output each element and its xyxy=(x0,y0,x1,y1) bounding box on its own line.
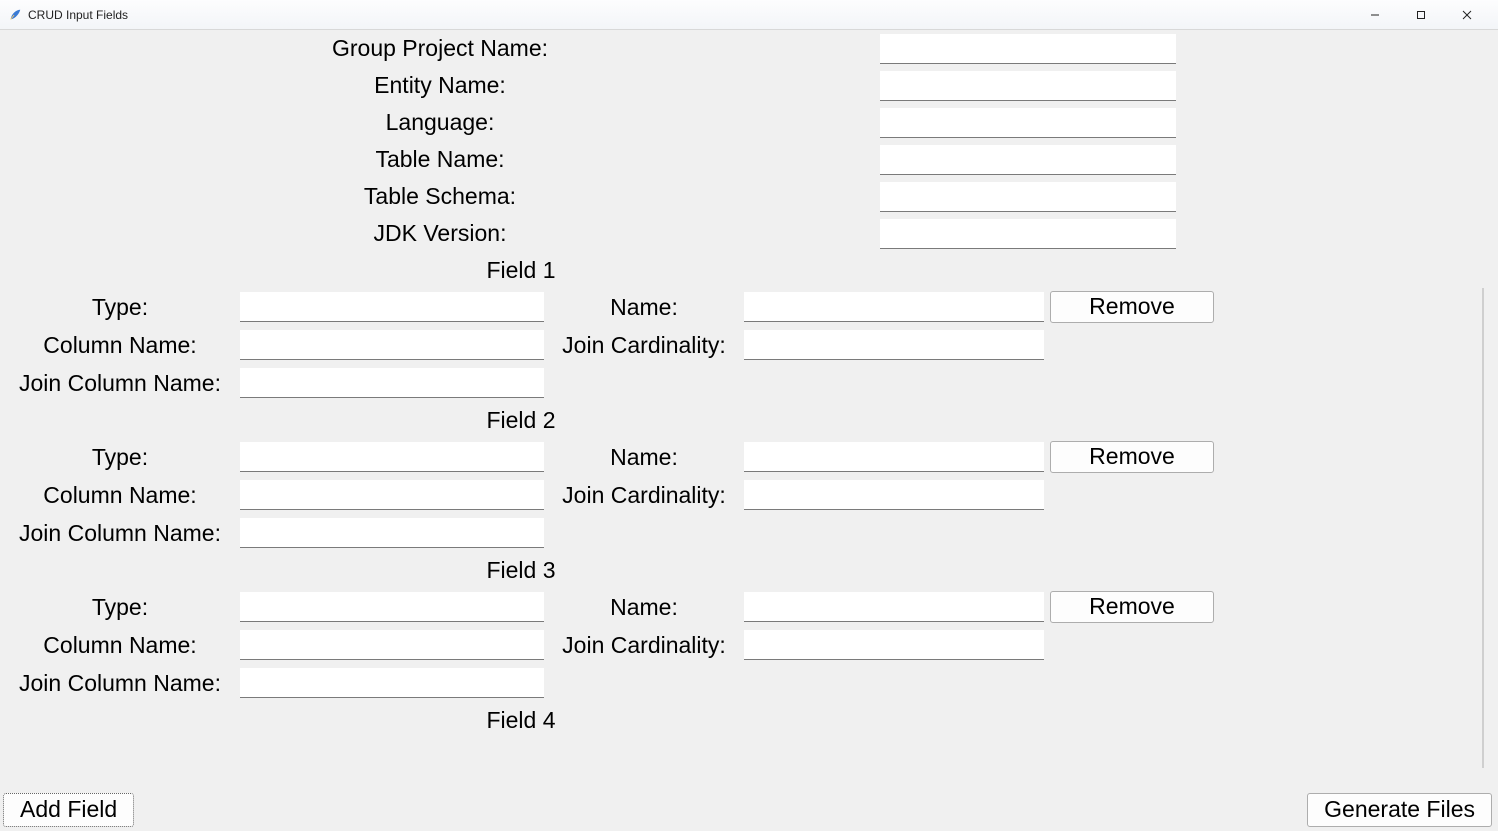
window-title: CRUD Input Fields xyxy=(28,8,128,22)
label-jdk-version: JDK Version: xyxy=(0,220,880,247)
field2-input-type[interactable] xyxy=(240,442,544,472)
field1-input-column-name[interactable] xyxy=(240,330,544,360)
field3-label-column-name: Column Name: xyxy=(0,632,240,659)
field2-label-type: Type: xyxy=(0,444,240,471)
row-language: Language: xyxy=(0,104,1286,141)
app-feather-icon xyxy=(8,8,22,22)
field3-row-type-name: Type: Name: Remove xyxy=(0,588,1286,626)
field1-label-type: Type: xyxy=(0,294,240,321)
bottom-bar: Add Field Generate Files xyxy=(0,787,1498,827)
field2-input-join-column-name[interactable] xyxy=(240,518,544,548)
window-titlebar: CRUD Input Fields xyxy=(0,0,1498,30)
field2-label-column-name: Column Name: xyxy=(0,482,240,509)
field3-input-name[interactable] xyxy=(744,592,1044,622)
label-entity-name: Entity Name: xyxy=(0,72,880,99)
field3-row-joincol: Join Column Name: xyxy=(0,664,1286,702)
scroll-region: Group Project Name: Entity Name: Languag… xyxy=(0,30,1286,778)
input-jdk-version[interactable] xyxy=(880,219,1176,249)
input-table-schema[interactable] xyxy=(880,182,1176,212)
row-entity-name: Entity Name: xyxy=(0,67,1286,104)
generate-files-button[interactable]: Generate Files xyxy=(1307,793,1492,827)
field1-input-type[interactable] xyxy=(240,292,544,322)
field1-label-join-column-name: Join Column Name: xyxy=(0,370,240,397)
field2-input-join-cardinality[interactable] xyxy=(744,480,1044,510)
field-header-4: Field 4 xyxy=(0,702,1042,738)
input-group-project-name[interactable] xyxy=(880,34,1176,64)
label-table-name: Table Name: xyxy=(0,146,880,173)
field-header-2: Field 2 xyxy=(0,402,1042,438)
field2-remove-button[interactable]: Remove xyxy=(1050,441,1214,473)
row-group-project-name: Group Project Name: xyxy=(0,30,1286,67)
field2-input-name[interactable] xyxy=(744,442,1044,472)
field3-input-join-cardinality[interactable] xyxy=(744,630,1044,660)
label-table-schema: Table Schema: xyxy=(0,183,880,210)
field1-input-join-column-name[interactable] xyxy=(240,368,544,398)
row-table-name: Table Name: xyxy=(0,141,1286,178)
field2-label-join-cardinality: Join Cardinality: xyxy=(544,482,744,509)
add-field-button[interactable]: Add Field xyxy=(3,793,134,827)
field2-label-name: Name: xyxy=(544,444,744,471)
field3-input-type[interactable] xyxy=(240,592,544,622)
field3-label-join-cardinality: Join Cardinality: xyxy=(544,632,744,659)
field3-label-join-column-name: Join Column Name: xyxy=(0,670,240,697)
scrollbar-track[interactable] xyxy=(1482,288,1484,768)
content-area: Group Project Name: Entity Name: Languag… xyxy=(0,30,1498,831)
field1-label-join-cardinality: Join Cardinality: xyxy=(544,332,744,359)
label-language: Language: xyxy=(0,109,880,136)
field2-input-column-name[interactable] xyxy=(240,480,544,510)
field2-row-column-join: Column Name: Join Cardinality: xyxy=(0,476,1286,514)
field3-remove-button[interactable]: Remove xyxy=(1050,591,1214,623)
field3-input-join-column-name[interactable] xyxy=(240,668,544,698)
field1-remove-button[interactable]: Remove xyxy=(1050,291,1214,323)
row-table-schema: Table Schema: xyxy=(0,178,1286,215)
input-table-name[interactable] xyxy=(880,145,1176,175)
input-language[interactable] xyxy=(880,108,1176,138)
field3-label-type: Type: xyxy=(0,594,240,621)
window-minimize-button[interactable] xyxy=(1352,0,1398,30)
field1-row-column-join: Column Name: Join Cardinality: xyxy=(0,326,1286,364)
field-header-1: Field 1 xyxy=(0,252,1042,288)
field1-input-name[interactable] xyxy=(744,292,1044,322)
label-group-project-name: Group Project Name: xyxy=(0,35,880,62)
window-close-button[interactable] xyxy=(1444,0,1490,30)
field1-label-column-name: Column Name: xyxy=(0,332,240,359)
field3-row-column-join: Column Name: Join Cardinality: xyxy=(0,626,1286,664)
field-header-3: Field 3 xyxy=(0,552,1042,588)
row-jdk-version: JDK Version: xyxy=(0,215,1286,252)
field3-input-column-name[interactable] xyxy=(240,630,544,660)
field3-label-name: Name: xyxy=(544,594,744,621)
field1-row-joincol: Join Column Name: xyxy=(0,364,1286,402)
field2-row-type-name: Type: Name: Remove xyxy=(0,438,1286,476)
field1-input-join-cardinality[interactable] xyxy=(744,330,1044,360)
field2-label-join-column-name: Join Column Name: xyxy=(0,520,240,547)
field1-row-type-name: Type: Name: Remove xyxy=(0,288,1286,326)
field2-row-joincol: Join Column Name: xyxy=(0,514,1286,552)
field1-label-name: Name: xyxy=(544,294,744,321)
input-entity-name[interactable] xyxy=(880,71,1176,101)
window-maximize-button[interactable] xyxy=(1398,0,1444,30)
